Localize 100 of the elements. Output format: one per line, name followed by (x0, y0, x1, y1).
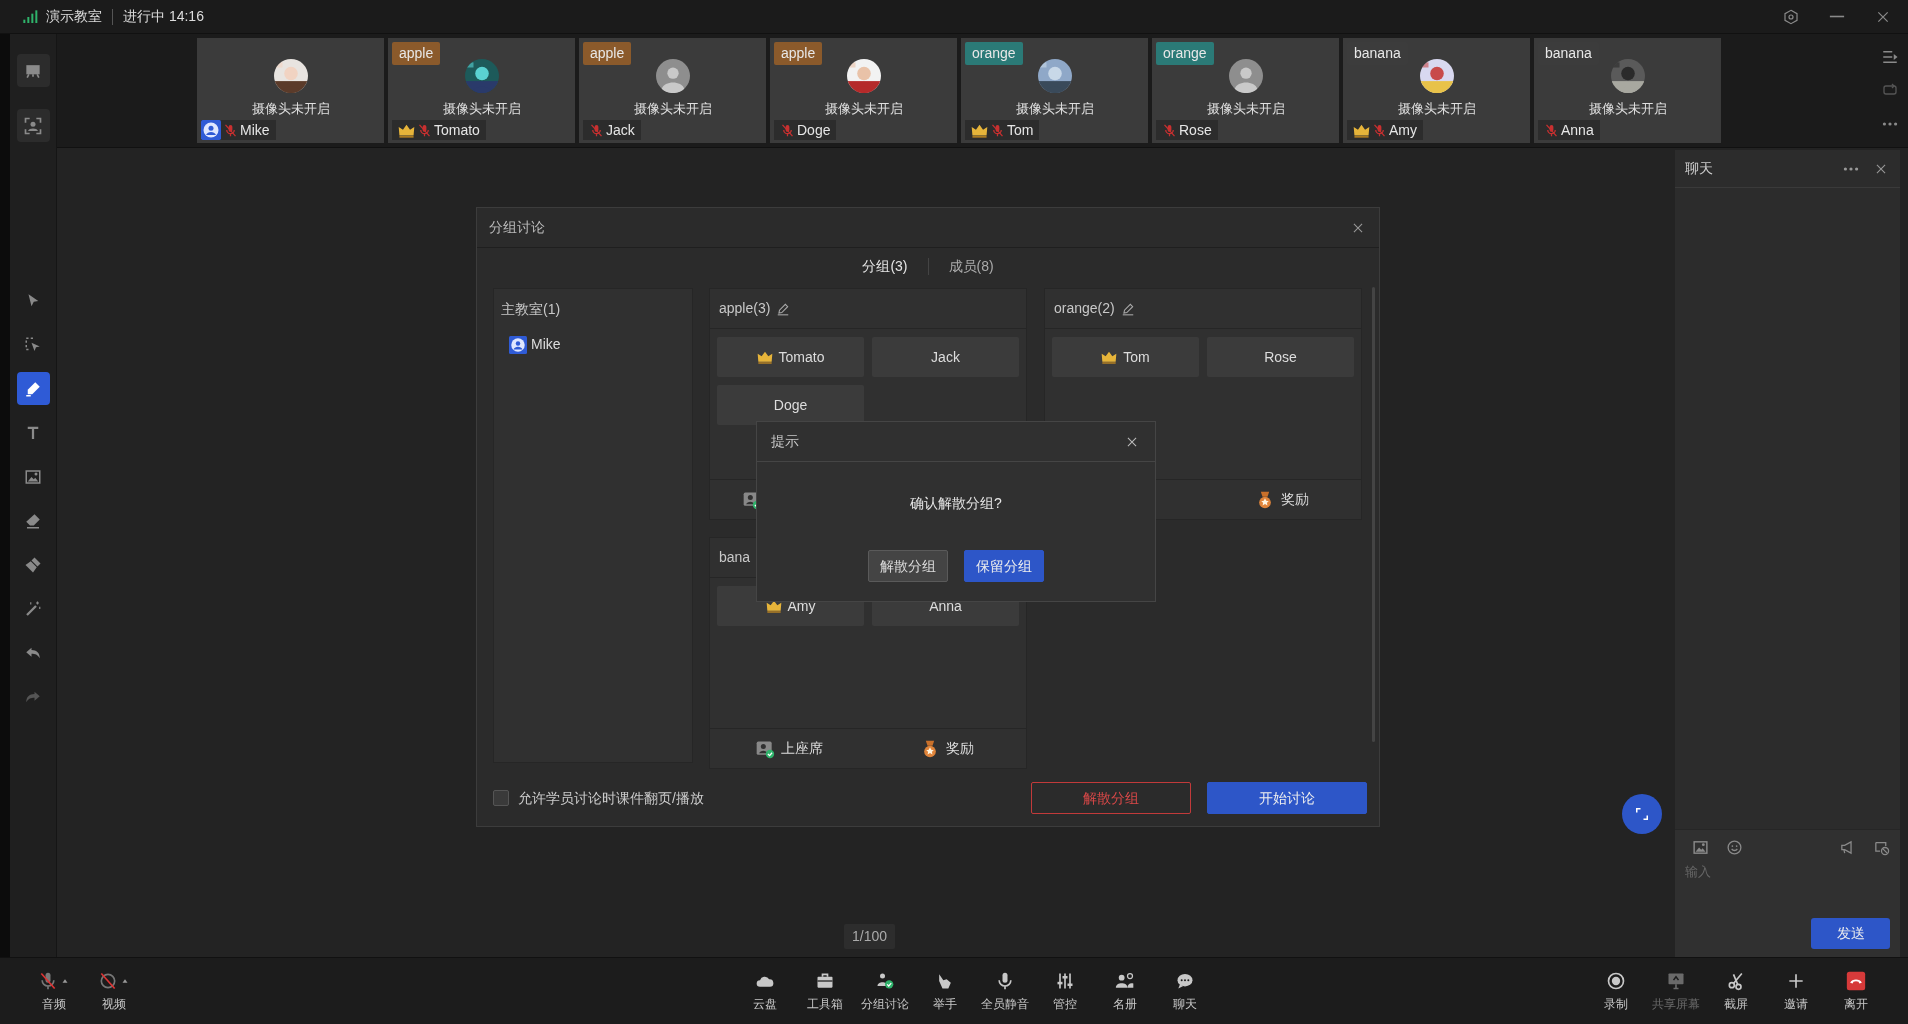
image-button[interactable] (1691, 838, 1709, 856)
reward-button[interactable]: 奖励 (868, 729, 1026, 768)
class-status: 进行中 14:16 (123, 7, 204, 26)
group-name: orange(2) (1054, 299, 1115, 318)
muted-microphone-icon (589, 122, 604, 138)
reward-button[interactable]: 奖励 (1203, 480, 1361, 519)
signal-icon (22, 8, 38, 25)
camera-off-caption: 摄像头未开启 (824, 100, 903, 118)
participant-name: Mike (240, 120, 270, 140)
participant-name: Jack (606, 120, 635, 140)
disband-button[interactable]: 解散分组 (868, 550, 948, 582)
people-icon (1115, 970, 1135, 991)
eraser-icon (24, 511, 42, 530)
plus-toolbar-button[interactable]: 邀请 (1766, 969, 1826, 1013)
avatar-icon (1228, 59, 1263, 93)
face-frame-button[interactable] (16, 109, 50, 142)
group-name: bana (719, 548, 751, 567)
scissors-toolbar-button[interactable]: 截屏 (1706, 969, 1766, 1013)
image-icon (24, 467, 42, 486)
keep-groups-button[interactable]: 保留分组 (964, 550, 1044, 582)
muted-microphone-icon (990, 122, 1005, 138)
people-toolbar-button[interactable]: 名册 (1095, 969, 1155, 1013)
smiley-icon (1725, 838, 1743, 856)
pen-icon (24, 379, 42, 398)
page-indicator: 1/100 (844, 924, 896, 949)
settings-icon (1783, 8, 1799, 25)
send-button[interactable]: 发送 (1811, 918, 1890, 949)
member-button[interactable]: Tom (1052, 337, 1199, 377)
phone-toolbar-button[interactable]: 离开 (1826, 969, 1886, 1013)
tab[interactable]: 成员(8) (928, 254, 1014, 279)
edit-icon (776, 301, 791, 316)
person-icon (509, 335, 527, 354)
participant-name: Amy (1389, 120, 1417, 140)
sliders-toolbar-button[interactable]: 管控 (1035, 969, 1095, 1013)
camera-off-toolbar-button[interactable]: 视频 (84, 969, 144, 1013)
member-button[interactable]: Rose (1207, 337, 1354, 377)
emoji-button[interactable] (1725, 838, 1743, 856)
edit-icon (1120, 301, 1135, 316)
main-room-title: 主教室(1) (501, 300, 562, 319)
group-toolbar-button[interactable]: 分组讨论 (855, 969, 915, 1013)
hand-toolbar-button[interactable]: 举手 (915, 969, 975, 1013)
muted-microphone-icon (1372, 122, 1387, 138)
muted-microphone-toolbar-button[interactable]: 音频 (24, 969, 84, 1013)
avatar-icon (655, 59, 690, 93)
muted-microphone-icon (38, 970, 58, 991)
muted-microphone-icon (223, 122, 238, 138)
participant-name: Tom (1007, 120, 1034, 140)
more-icon (1843, 166, 1859, 171)
muted-microphone-icon (1544, 122, 1559, 138)
group-tag: apple (774, 42, 823, 65)
image-icon (1691, 838, 1709, 856)
crown-icon (1101, 349, 1118, 365)
camera-off-caption: 摄像头未开启 (1588, 100, 1667, 118)
member-button[interactable]: Tomato (717, 337, 864, 377)
muted-microphone-icon (780, 122, 795, 138)
crown-icon (756, 349, 773, 365)
chat-title: 聊天 (1685, 159, 1713, 178)
magic-wand-icon (24, 599, 42, 618)
participant-name: Rose (1179, 120, 1212, 140)
selection-icon (24, 335, 42, 354)
option-label: 允许学员讨论时课件翻页/播放 (518, 788, 704, 808)
confirm-message: 确认解散分组? (909, 494, 1003, 513)
participant-name: Anna (1561, 120, 1594, 140)
muted-microphone-icon (1162, 122, 1177, 138)
minimize-icon (1829, 15, 1845, 18)
pen-tool[interactable] (16, 372, 50, 405)
camera-off-caption: 摄像头未开启 (1397, 100, 1476, 118)
record-icon (1606, 970, 1626, 991)
group-tag: apple (392, 42, 441, 65)
group-tag: orange (965, 42, 1023, 65)
chat-toolbar-button[interactable]: 聊天 (1155, 969, 1215, 1013)
group-name: apple(3) (719, 299, 771, 318)
member-button[interactable]: Jack (872, 337, 1019, 377)
cloud-toolbar-button[interactable]: 云盘 (735, 969, 795, 1013)
toolbox-toolbar-button[interactable]: 工具箱 (795, 969, 855, 1013)
camera-off-caption: 摄像头未开启 (633, 100, 712, 118)
whiteboard-button[interactable] (16, 54, 50, 87)
member-button[interactable]: Doge (717, 385, 864, 425)
camera-off-caption: 摄像头未开启 (1206, 100, 1285, 118)
face-frame-icon (23, 115, 43, 136)
start-button[interactable]: 开始讨论 (1207, 782, 1367, 814)
participant-name: Tomato (434, 120, 480, 140)
dialog-title: 分组讨论 (489, 218, 545, 237)
seat-button[interactable]: 上座席 (710, 729, 868, 768)
expand-button[interactable] (1622, 794, 1662, 834)
brush-icon (24, 555, 42, 574)
participant-name: Doge (797, 120, 831, 140)
record-toolbar-button[interactable]: 录制 (1586, 969, 1646, 1013)
checkbox[interactable] (493, 790, 509, 806)
microphone-icon (995, 970, 1015, 991)
group-tag: orange (1156, 42, 1214, 65)
camera-off-icon (98, 970, 118, 991)
expand-icon (1633, 805, 1651, 823)
phone-icon (1846, 970, 1866, 991)
group-tag: apple (583, 42, 632, 65)
tab[interactable]: 分组(3) (842, 254, 928, 279)
dialog-title: 提示 (771, 432, 799, 451)
microphone-toolbar-button[interactable]: 全员静音 (975, 969, 1035, 1013)
camera-off-caption: 摄像头未开启 (251, 100, 330, 118)
person-icon (201, 120, 221, 140)
